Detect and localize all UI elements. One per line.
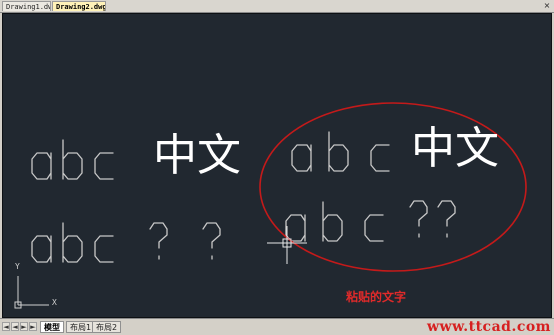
close-icon[interactable]: × — [542, 1, 552, 11]
tab-layout1[interactable]: 布局1 — [66, 321, 96, 333]
ucs-icon — [14, 276, 49, 309]
pasted-text-annotation: 粘贴的文字 — [346, 290, 407, 304]
drawing-canvas[interactable]: 中文 中文 粘贴的文字 Y X — [2, 13, 552, 318]
first-layout-icon[interactable]: ◄ — [2, 322, 10, 331]
document-tab-bar: Drawing1.dwg Drawing2.dwg × — [0, 0, 554, 13]
row2-copy-latin-abc — [285, 201, 384, 242]
crosshair-cursor — [267, 226, 307, 264]
row2-latin-abc — [31, 222, 114, 263]
prev-layout-icon[interactable]: ◄ — [11, 322, 19, 331]
ucs-x-label: X — [52, 298, 57, 307]
tab-drawing2[interactable]: Drawing2.dwg — [52, 1, 106, 11]
row1-latin-abc — [31, 139, 114, 180]
row1-cjk-text: 中文 — [153, 130, 241, 181]
row2-question-marks — [149, 222, 221, 260]
layout-tab-bar: ◄ ◄ ► ► 模型 布局1 布局2 www.ttcad.com — [0, 318, 554, 335]
tab-drawing1[interactable]: Drawing1.dwg — [2, 1, 51, 11]
next-layout-icon[interactable]: ► — [20, 322, 28, 331]
tab-model[interactable]: 模型 — [40, 321, 64, 333]
last-layout-icon[interactable]: ► — [29, 322, 37, 331]
row1-copy-latin-abc — [291, 131, 390, 172]
tab-layout2[interactable]: 布局2 — [92, 321, 122, 333]
site-watermark: www.ttcad.com — [427, 319, 551, 335]
row2-copy-question-marks — [409, 200, 456, 238]
row1-copy-cjk-text: 中文 — [411, 123, 499, 174]
ucs-y-label: Y — [15, 262, 20, 271]
